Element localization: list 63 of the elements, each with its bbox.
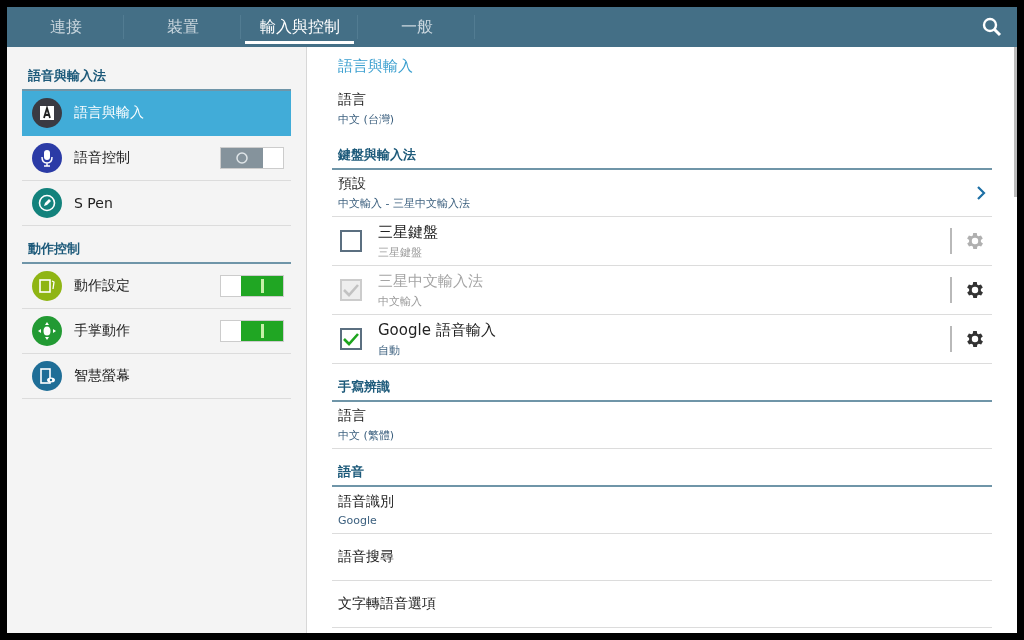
input-method-mode: 中文輸入 <box>378 293 423 309</box>
setting-title: 語音識別 <box>338 493 395 511</box>
setting-value: 中文 (台灣) <box>338 112 396 127</box>
sidebar-item[interactable]: 手掌動作 <box>22 309 291 354</box>
check-icon <box>342 283 360 297</box>
input-method-name: Google 語音輸入 <box>378 320 497 340</box>
input-method-mode: 三星鍵盤 <box>378 244 423 260</box>
input-method-row[interactable]: 三星鍵盤 三星鍵盤 <box>332 217 992 266</box>
section-header: 手寫辨識 <box>332 364 992 402</box>
setting-value: 中文輸入 - 三星中文輸入法 <box>338 196 471 211</box>
setting-title: 預設 <box>338 175 367 193</box>
item-label: 語音控制 <box>74 149 131 167</box>
letter-key-icon <box>39 105 55 121</box>
setting-row[interactable]: 語音搜尋 <box>332 534 992 581</box>
setting-row[interactable]: 語音識別 Google <box>332 487 992 534</box>
off-mark-icon <box>236 152 248 164</box>
setting-row[interactable]: 語言 中文 (台灣) <box>332 86 992 132</box>
sidebar-item[interactable]: 語音控制 <box>22 136 291 181</box>
chevron-icon <box>976 185 986 201</box>
sidebar-item[interactable]: S Pen <box>22 181 291 226</box>
on-mark-icon <box>260 279 264 293</box>
tablet-tilt-icon <box>38 277 56 295</box>
sidebar-item[interactable]: 智慧螢幕 <box>22 354 291 399</box>
item-label: 語言與輸入 <box>74 104 145 122</box>
setting-row[interactable]: 文字轉語音選項 <box>332 581 992 628</box>
toggle-switch[interactable] <box>220 147 284 169</box>
screen-eye-icon <box>38 367 56 385</box>
toggle-switch[interactable] <box>220 320 284 342</box>
section-header: 語音 <box>332 449 992 487</box>
tab[interactable]: 連接 <box>7 7 124 47</box>
check-icon <box>342 332 360 346</box>
pen-icon <box>38 194 56 212</box>
input-method-row[interactable]: Google 語音輸入 自動 <box>332 315 992 364</box>
settings-icon[interactable] <box>964 279 986 301</box>
setting-value: Google <box>338 514 378 527</box>
input-method-name: 三星中文輸入法 <box>378 271 484 291</box>
setting-row[interactable]: 預設 中文輸入 - 三星中文輸入法 <box>332 170 992 217</box>
input-method-mode: 自動 <box>378 342 401 358</box>
setting-value: 中文 (繁體) <box>338 428 396 443</box>
item-label: 動作設定 <box>74 277 131 295</box>
input-method-name: 三星鍵盤 <box>378 222 439 242</box>
item-label: S Pen <box>74 195 114 211</box>
tab[interactable]: 輸入與控制 <box>241 7 358 47</box>
setting-row[interactable]: 語言 中文 (繁體) <box>332 402 992 449</box>
checkbox[interactable] <box>340 328 362 350</box>
section-header: 動作控制 <box>22 234 291 264</box>
on-mark-icon <box>260 324 264 338</box>
toggle-switch[interactable] <box>220 275 284 297</box>
microphone-icon <box>39 149 55 167</box>
tab[interactable]: 裝置 <box>124 7 241 47</box>
page-title: 語言與輸入 <box>337 57 414 77</box>
item-label: 手掌動作 <box>74 322 131 340</box>
sidebar-item[interactable]: 動作設定 <box>22 264 291 309</box>
setting-title: 語音搜尋 <box>338 548 395 566</box>
search-icon[interactable] <box>981 16 1003 38</box>
section-header: 鍵盤與輸入法 <box>332 132 992 170</box>
setting-title: 語言 <box>338 91 367 109</box>
tab[interactable]: 一般 <box>358 7 475 47</box>
item-label: 智慧螢幕 <box>74 367 131 385</box>
settings-icon[interactable] <box>964 328 986 350</box>
setting-title: 文字轉語音選項 <box>338 595 437 613</box>
setting-title: 語言 <box>338 407 367 425</box>
checkbox[interactable] <box>340 230 362 252</box>
